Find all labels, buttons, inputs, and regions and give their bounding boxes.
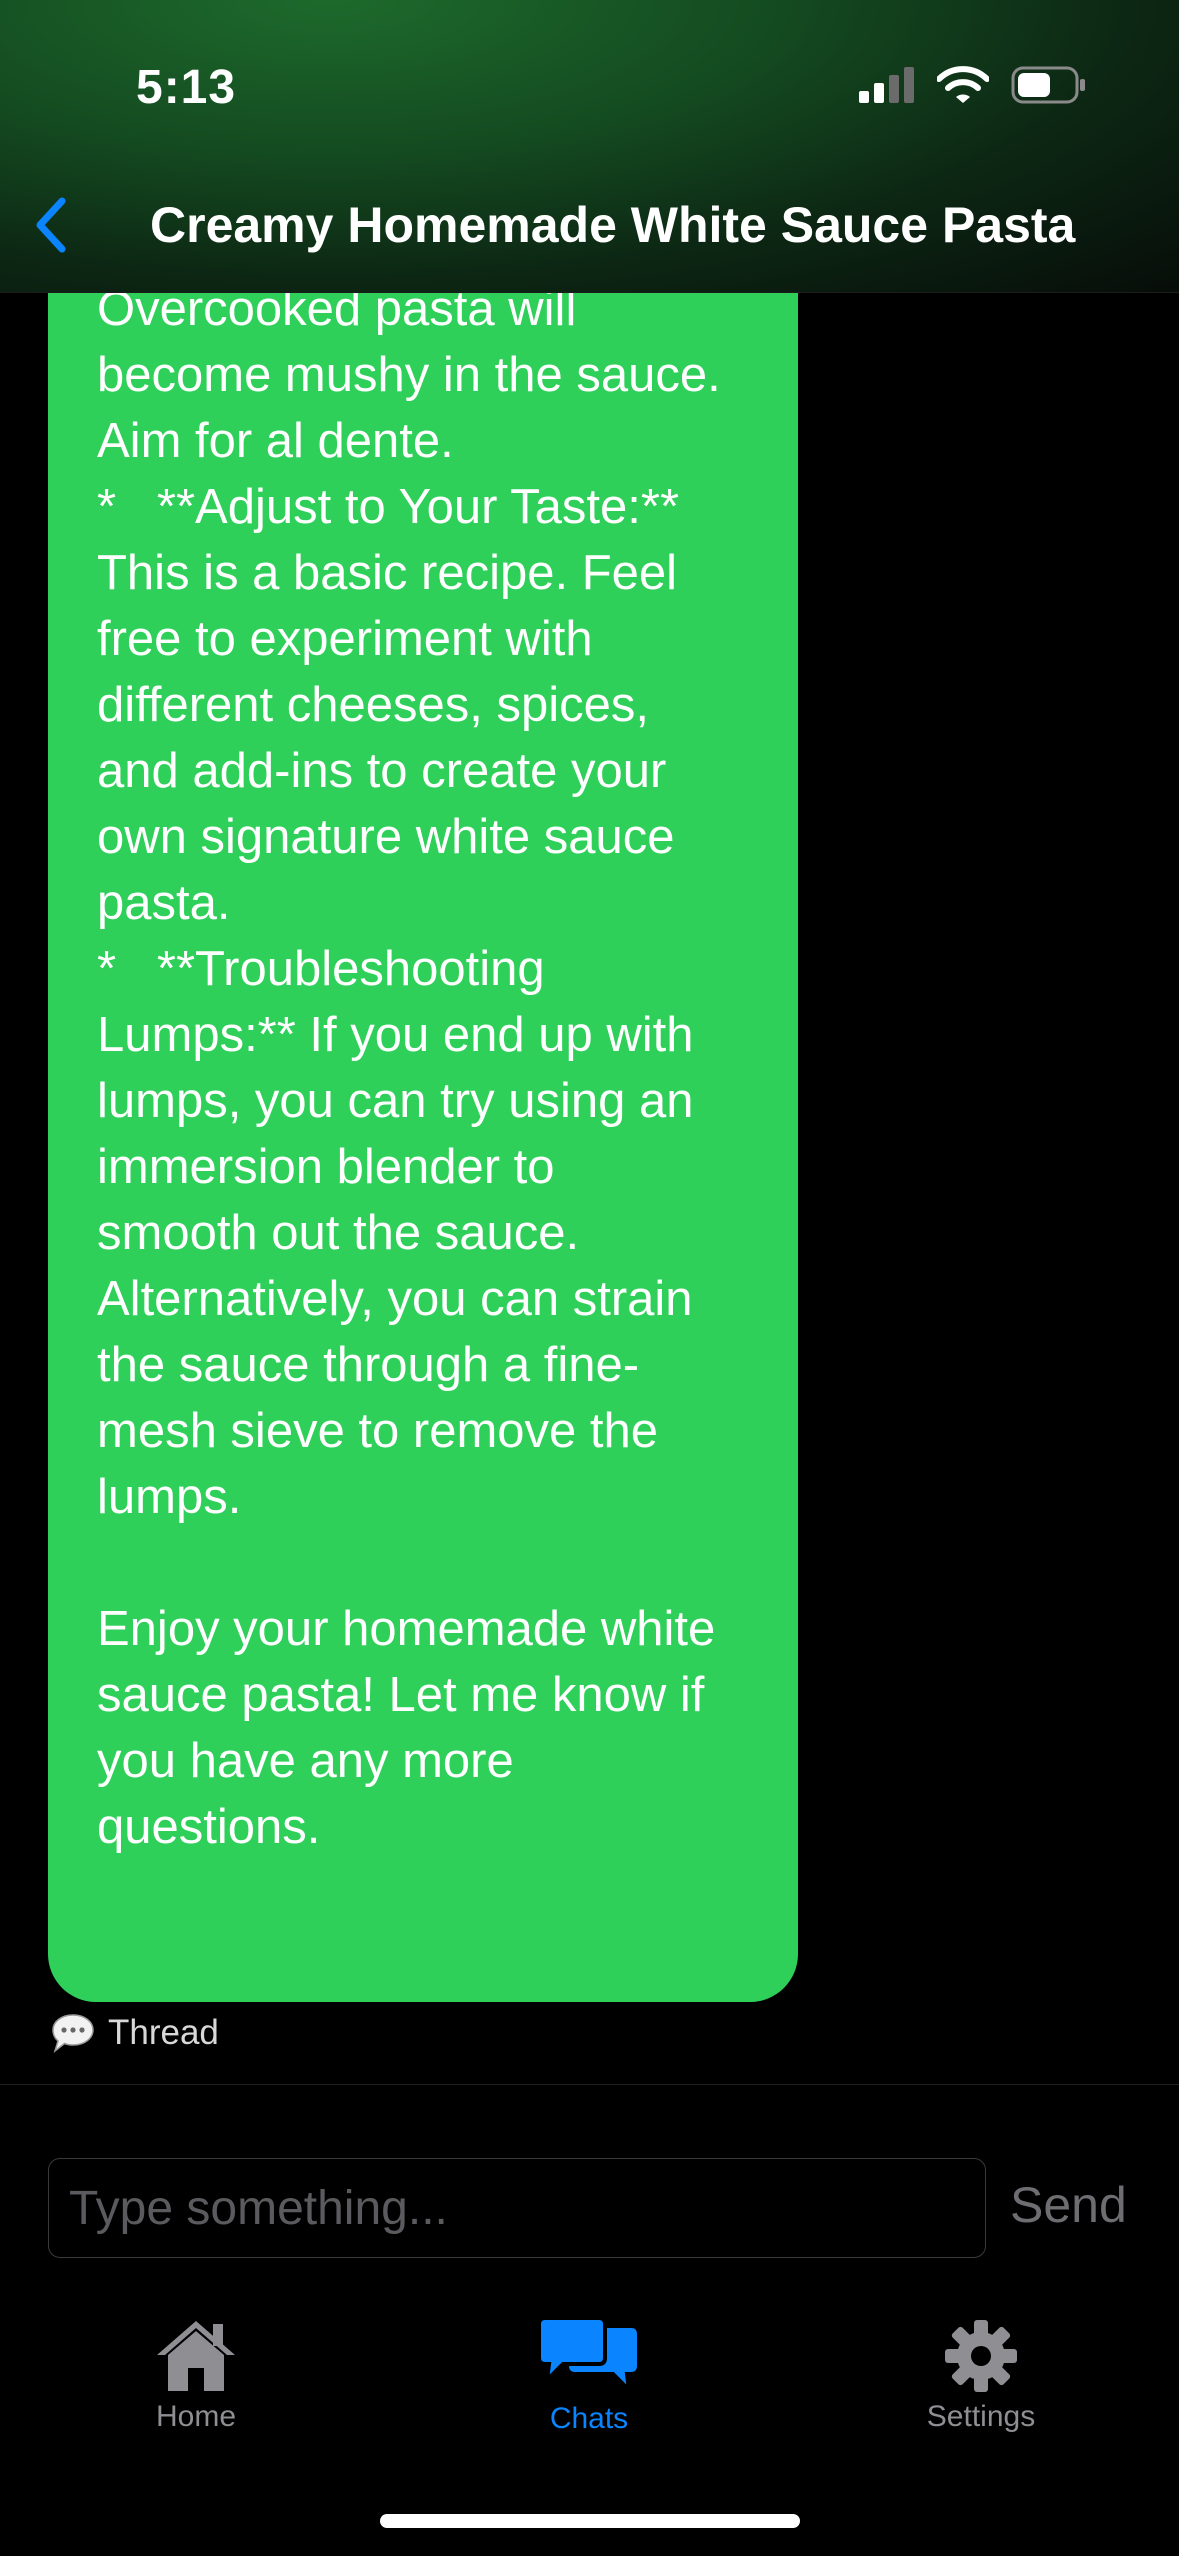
home-icon [157, 2321, 235, 2391]
message-text: Don't Overcook: Overcooked pasta will be… [97, 230, 721, 1854]
tab-home[interactable]: Home [86, 2318, 306, 2434]
send-button[interactable]: Send [1010, 2176, 1127, 2234]
wifi-icon [937, 66, 989, 103]
back-button[interactable] [20, 190, 80, 260]
battery-icon [1011, 66, 1085, 104]
cellular-signal-icon [859, 67, 914, 103]
chat-bubbles-icon [537, 2318, 641, 2396]
chat-title: Creamy Homemade White Sauce Pasta [150, 197, 1076, 253]
thread-link[interactable]: Thread [50, 2012, 219, 2054]
tab-label-settings: Settings [926, 2400, 1036, 2433]
tab-label-home: Home [155, 2400, 237, 2433]
status-time: 5:13 [136, 61, 237, 114]
tab-settings[interactable]: Settings [871, 2318, 1091, 2434]
top-bar: 5:13 Creamy Homemade White Sauce Pasta [0, 0, 1179, 293]
speech-bubble-icon [52, 2014, 94, 2054]
status-icons [859, 66, 1087, 104]
message-input[interactable] [48, 2158, 986, 2258]
chevron-left-icon [36, 197, 66, 253]
gear-icon [945, 2320, 1017, 2392]
thread-label: Thread [108, 2013, 219, 2052]
message-bubble[interactable]: Don't Overcook: Overcooked pasta will be… [48, 230, 798, 2002]
composer-divider [0, 2084, 1179, 2085]
tab-chats[interactable]: Chats [479, 2318, 699, 2436]
tab-label-chats: Chats [549, 2402, 629, 2435]
home-indicator [380, 2514, 800, 2528]
